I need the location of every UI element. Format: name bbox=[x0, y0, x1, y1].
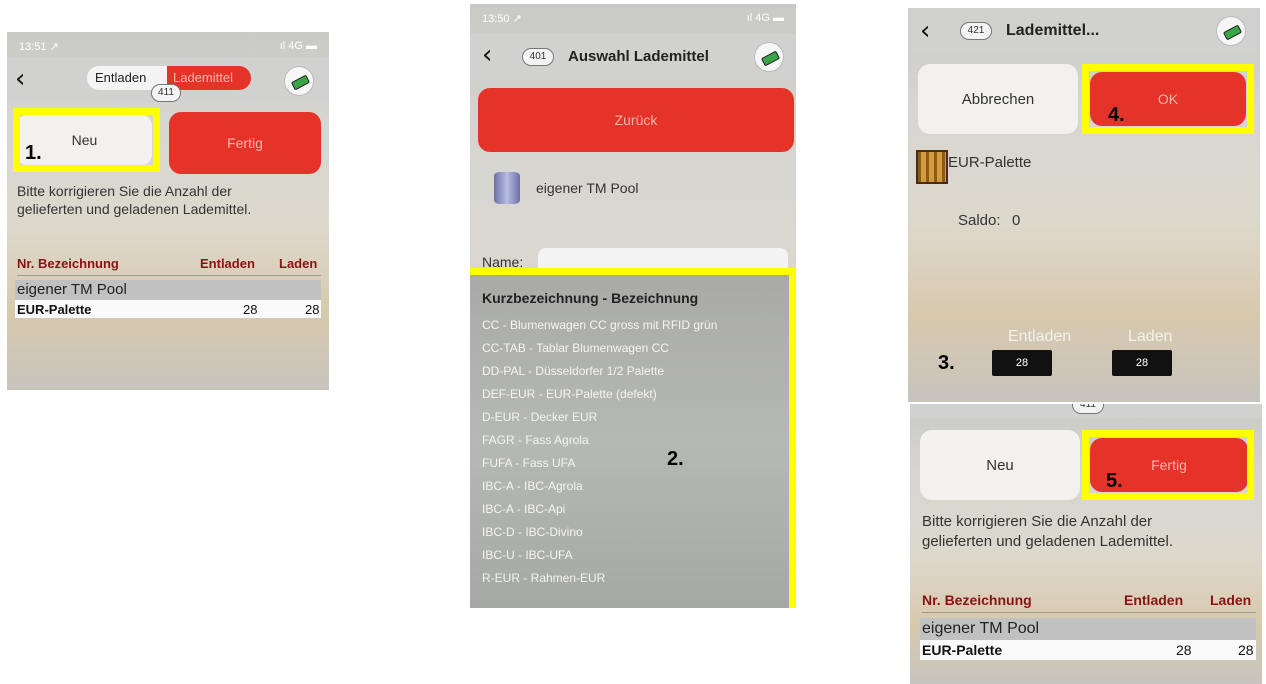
job-number-badge: 411 bbox=[151, 84, 181, 102]
back-chevron-icon[interactable]: ‹ bbox=[482, 42, 492, 68]
header-divider bbox=[17, 275, 321, 276]
screen-lademittel-detail: ‹ 421 Lademittel... Abbrechen OK 4. EUR-… bbox=[908, 8, 1260, 402]
app-logo-icon bbox=[284, 66, 314, 96]
row-name: EUR-Palette bbox=[17, 302, 92, 317]
toggle-lademittel[interactable]: Lademittel bbox=[167, 66, 251, 90]
row-load: 28 bbox=[305, 302, 320, 317]
header-entladen: Entladen bbox=[200, 256, 255, 271]
instruction-text: Bitte korrigieren Sie die Anzahl der gel… bbox=[17, 183, 252, 217]
saldo-value: 0 bbox=[1012, 212, 1021, 229]
header-laden: Laden bbox=[1210, 592, 1252, 608]
pool-group-label: eigener TM Pool bbox=[922, 620, 1040, 637]
header-divider bbox=[922, 612, 1256, 613]
step-5-label: 5. bbox=[1106, 470, 1123, 492]
new-button[interactable]: Neu bbox=[920, 430, 1080, 500]
row-unload: 28 bbox=[243, 302, 258, 317]
col-entladen-label: Entladen bbox=[1008, 328, 1072, 345]
step-2-label: 2. bbox=[667, 448, 684, 470]
pool-group-label: eigener TM Pool bbox=[17, 281, 127, 298]
load-quantity-input[interactable]: 28 bbox=[1112, 350, 1172, 376]
row-unload: 28 bbox=[1176, 642, 1192, 658]
header-entladen: Entladen bbox=[1124, 592, 1184, 608]
status-bar: 13:51 ↗ ıl 4G ▬ bbox=[7, 32, 329, 58]
row-name: EUR-Palette bbox=[922, 642, 1003, 658]
job-number-badge: 401 bbox=[522, 48, 554, 66]
unload-quantity-input[interactable]: 28 bbox=[992, 350, 1052, 376]
screen-select-lademittel: 13:50 ↗ ıl 4G ▬ ‹ 401 Auswahl Lademittel… bbox=[470, 4, 796, 608]
status-signal: ıl 4G ▬ bbox=[746, 12, 784, 24]
app-logo-icon bbox=[1216, 16, 1246, 46]
nav-bar-partial: 411 bbox=[910, 404, 1262, 418]
table-row[interactable]: EUR-Palette 28 28 bbox=[15, 300, 321, 318]
database-icon bbox=[494, 172, 520, 204]
item-name: EUR-Palette bbox=[948, 154, 1032, 171]
step-1-label: 1. bbox=[25, 142, 42, 164]
nav-bar: ‹ 401 Auswahl Lademittel bbox=[470, 34, 796, 80]
back-chevron-icon[interactable]: ‹ bbox=[15, 66, 25, 92]
app-logo-icon bbox=[754, 42, 784, 72]
nav-title: Auswahl Lademittel bbox=[568, 48, 709, 65]
toggle-entladen[interactable]: Entladen bbox=[95, 70, 146, 85]
done-button[interactable]: Fertig bbox=[169, 112, 321, 174]
header-laden: Laden bbox=[279, 256, 318, 271]
table-row[interactable]: EUR-Palette 28 28 bbox=[920, 640, 1256, 660]
pallet-icon bbox=[916, 150, 948, 184]
screen-lademittel-summary-final: 411 Neu Fertig 5. Bitte korrigieren Sie … bbox=[910, 404, 1262, 684]
header-bezeichnung: Nr. Bezeichnung bbox=[17, 256, 119, 271]
pool-label: eigener TM Pool bbox=[536, 180, 639, 196]
screen-lademittel-summary: 13:51 ↗ ıl 4G ▬ ‹ Entladen Lademittel 41… bbox=[7, 32, 329, 390]
status-signal: ıl 4G ▬ bbox=[279, 40, 317, 52]
nav-title: Lademittel... bbox=[1006, 22, 1100, 39]
status-time: 13:51 ↗ bbox=[19, 41, 59, 53]
cancel-button[interactable]: Abbrechen bbox=[918, 64, 1078, 134]
step-4-label: 4. bbox=[1108, 104, 1125, 126]
header-bezeichnung: Nr. Bezeichnung bbox=[922, 592, 1032, 608]
status-time: 13:50 ↗ bbox=[482, 13, 522, 25]
back-button[interactable]: Zurück bbox=[478, 88, 794, 152]
instruction-text: Bitte korrigieren Sie die Anzahl der gel… bbox=[922, 513, 1174, 550]
pool-group-row: eigener TM Pool bbox=[920, 618, 1256, 640]
row-load: 28 bbox=[1238, 642, 1254, 658]
col-laden-label: Laden bbox=[1128, 328, 1173, 345]
pool-group-row: eigener TM Pool bbox=[15, 280, 321, 300]
saldo-label: Saldo: bbox=[958, 212, 1001, 229]
step-3-label: 3. bbox=[938, 352, 955, 374]
job-number-badge: 421 bbox=[960, 22, 992, 40]
back-chevron-icon[interactable]: ‹ bbox=[920, 18, 930, 44]
job-number-badge: 411 bbox=[1072, 404, 1104, 414]
nav-bar: ‹ Entladen Lademittel 411 bbox=[7, 58, 329, 102]
status-bar: 13:50 ↗ ıl 4G ▬ bbox=[470, 4, 796, 30]
nav-bar: ‹ 421 Lademittel... bbox=[908, 8, 1260, 54]
highlight-step-2 bbox=[470, 268, 796, 608]
